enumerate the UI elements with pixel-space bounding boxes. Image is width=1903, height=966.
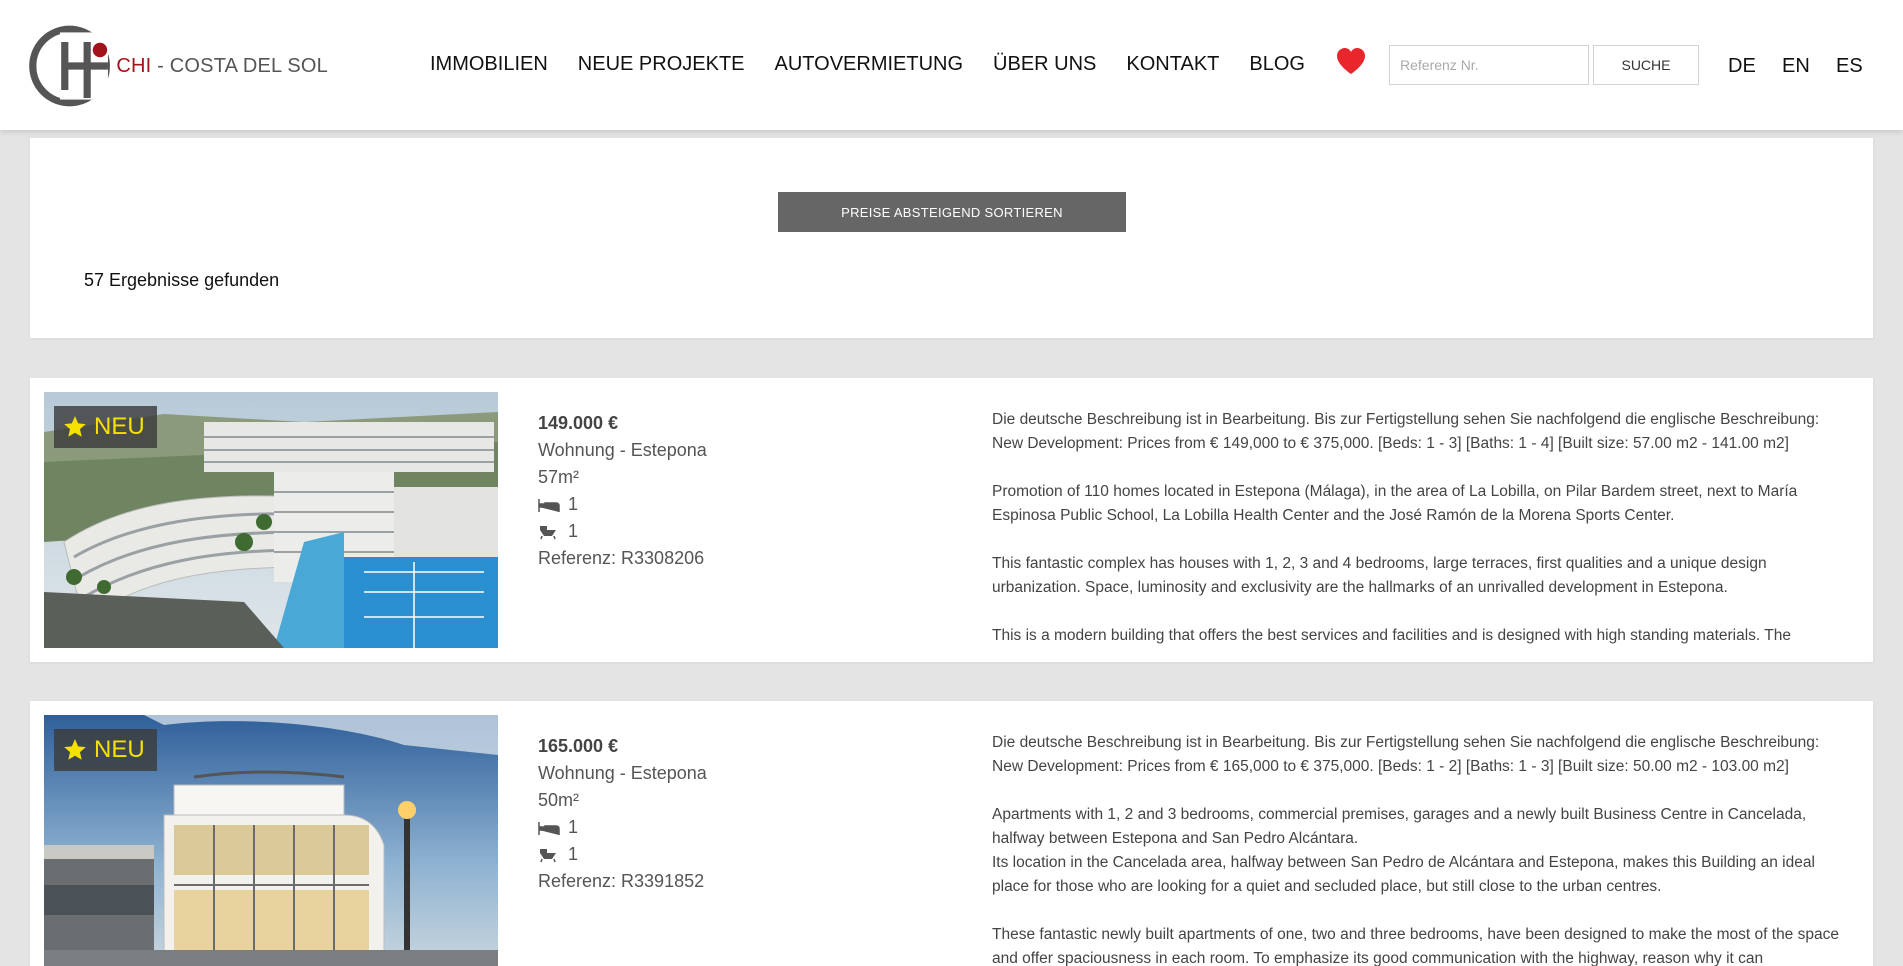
site-logo[interactable]: CHI - COSTA DEL SOL	[28, 14, 328, 118]
lang-en[interactable]: EN	[1782, 55, 1810, 78]
results-toolbar: PREISE ABSTEIGEND SORTIEREN 57 Ergebniss…	[30, 138, 1873, 338]
star-icon	[64, 416, 86, 437]
bedrooms-row: 1	[538, 491, 707, 518]
property-size: 57m²	[538, 467, 580, 487]
bathrooms-row: 1	[538, 518, 707, 545]
bath-icon	[540, 525, 556, 539]
reference-search-input[interactable]	[1389, 45, 1589, 85]
description-paragraph: These fantastic newly built apartments o…	[992, 926, 1839, 966]
logo-text: CHI - COSTA DEL SOL	[116, 55, 328, 78]
new-badge-label: NEU	[94, 413, 145, 440]
sort-price-desc-button[interactable]: PREISE ABSTEIGEND SORTIEREN	[778, 192, 1126, 232]
new-badge-label: NEU	[94, 736, 145, 763]
property-photo[interactable]: NEU	[44, 715, 498, 966]
bath-icon	[540, 848, 556, 862]
description-paragraph: Its location in the Cancelada area, half…	[992, 854, 1815, 895]
property-reference: Referenz: R3308206	[538, 548, 705, 568]
lang-de[interactable]: DE	[1728, 55, 1756, 78]
main-nav: IMMOBILIEN NEUE PROJEKTE AUTOVERMIETUNG …	[430, 48, 1367, 76]
star-icon	[64, 739, 86, 760]
description-paragraph: Die deutsche Beschreibung ist in Bearbei…	[992, 734, 1820, 775]
property-reference: Referenz: R3391852	[538, 871, 705, 891]
nav-ueber-uns[interactable]: ÜBER UNS	[993, 53, 1096, 76]
bedrooms-count: 1	[568, 494, 579, 514]
heart-icon[interactable]	[1335, 46, 1367, 76]
property-description: Die deutsche Beschreibung ist in Bearbei…	[992, 408, 1842, 662]
logo-brand: CHI	[116, 54, 152, 77]
description-paragraph: This is a modern building that offers th…	[992, 627, 1791, 644]
bathrooms-row: 1	[538, 841, 707, 868]
description-paragraph: Promotion of 110 homes located in Estepo…	[992, 483, 1798, 524]
property-price[interactable]: 165.000 €	[538, 733, 707, 760]
logo-region: COSTA DEL SOL	[169, 54, 328, 77]
search-button[interactable]: SUCHE	[1593, 45, 1699, 85]
bedrooms-count: 1	[568, 817, 579, 837]
bedrooms-row: 1	[538, 814, 707, 841]
bed-icon	[538, 498, 560, 512]
nav-immobilien[interactable]: IMMOBILIEN	[430, 53, 548, 76]
description-paragraph: Die deutsche Beschreibung ist in Bearbei…	[992, 411, 1820, 452]
nav-autovermietung[interactable]: AUTOVERMIETUNG	[775, 53, 964, 76]
property-price[interactable]: 149.000 €	[538, 410, 707, 437]
bed-icon	[538, 821, 560, 835]
logo-mark-icon	[29, 25, 110, 107]
property-listing[interactable]: NEU 165.000 € Wohnung - Estepona 50m² 1 …	[30, 701, 1873, 966]
property-listing[interactable]: NEU 149.000 € Wohnung - Estepona 57m² 1 …	[30, 378, 1873, 662]
site-header: CHI - COSTA DEL SOL IMMOBILIEN NEUE PROJ…	[0, 0, 1903, 130]
logo-separator: -	[151, 54, 170, 77]
property-photo[interactable]: NEU	[44, 392, 498, 648]
property-type-location: Wohnung - Estepona	[538, 440, 707, 460]
property-size: 50m²	[538, 790, 580, 810]
property-info: 165.000 € Wohnung - Estepona 50m² 1 1 Re…	[538, 733, 707, 895]
property-type-location: Wohnung - Estepona	[538, 763, 707, 783]
bathrooms-count: 1	[568, 521, 579, 541]
nav-kontakt[interactable]: KONTAKT	[1126, 53, 1219, 76]
results-count: 57 Ergebnisse gefunden	[84, 270, 280, 290]
bathrooms-count: 1	[568, 844, 579, 864]
description-paragraph: This fantastic complex has houses with 1…	[992, 555, 1767, 596]
new-badge[interactable]: NEU	[54, 406, 157, 448]
property-info: 149.000 € Wohnung - Estepona 57m² 1 1 Re…	[538, 410, 707, 572]
new-badge[interactable]: NEU	[54, 729, 157, 771]
description-paragraph: Apartments with 1, 2 and 3 bedrooms, com…	[992, 806, 1807, 847]
lang-es[interactable]: ES	[1836, 55, 1863, 78]
property-description: Die deutsche Beschreibung ist in Bearbei…	[992, 731, 1842, 966]
nav-blog[interactable]: BLOG	[1249, 53, 1305, 76]
nav-neue-projekte[interactable]: NEUE PROJEKTE	[578, 53, 745, 76]
